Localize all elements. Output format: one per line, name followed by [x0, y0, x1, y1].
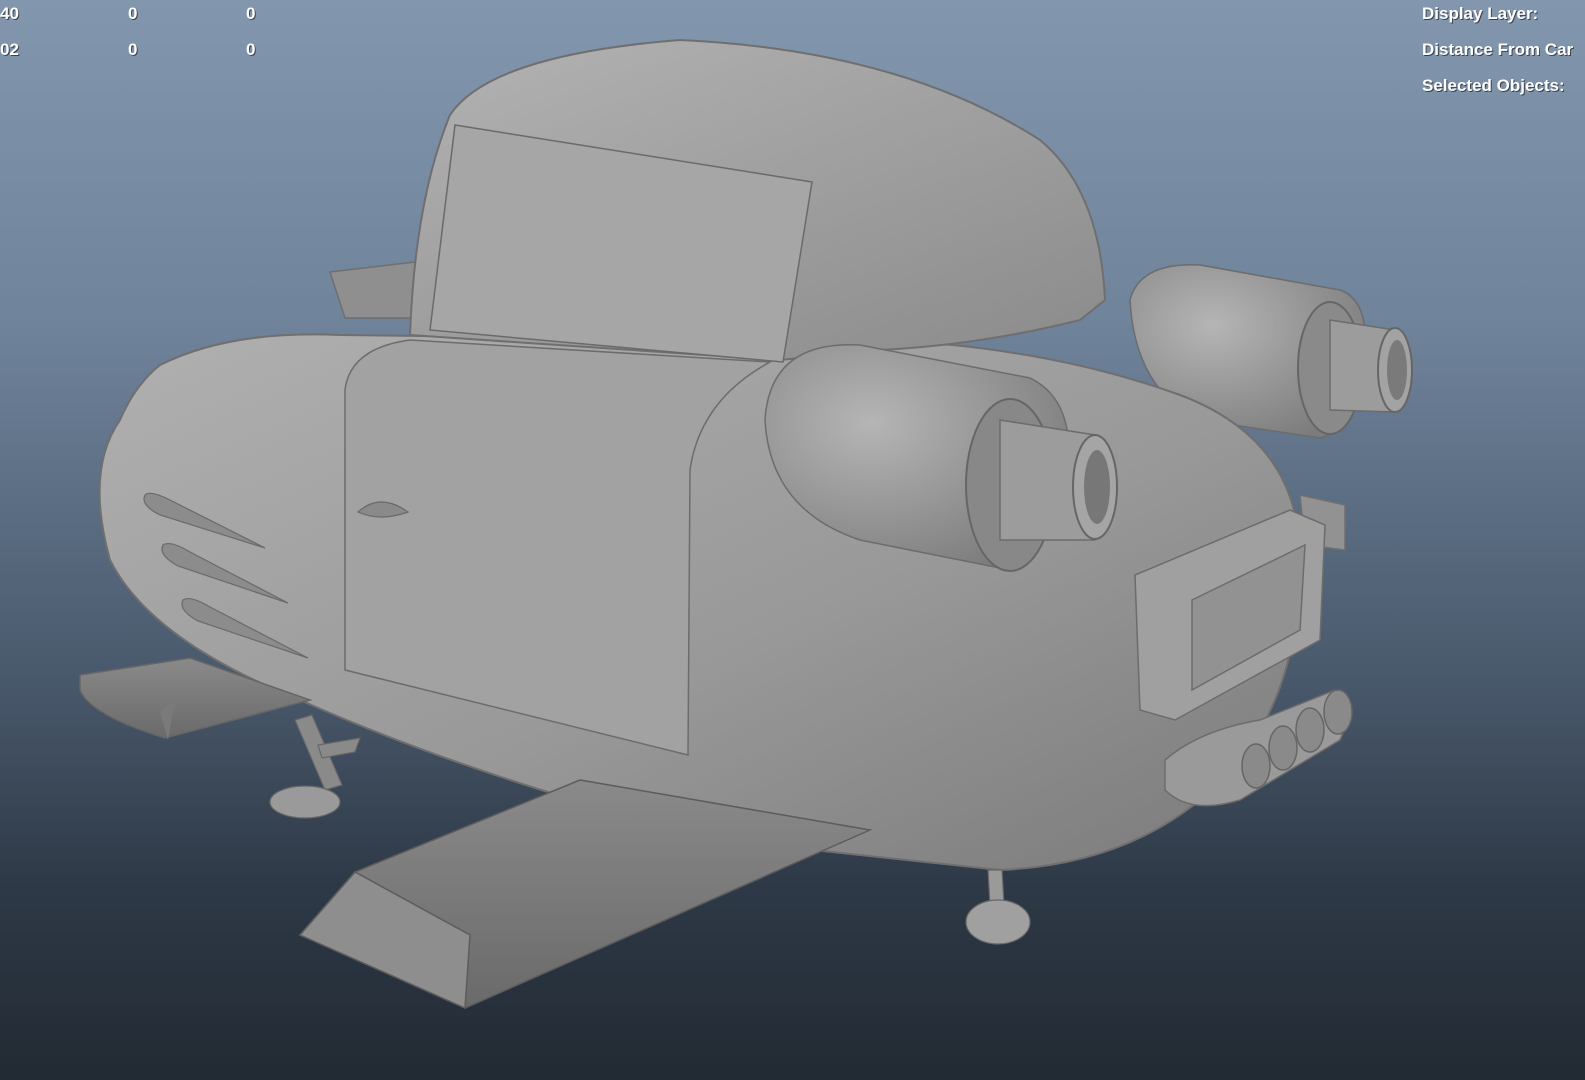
hud-value: 40: [0, 4, 19, 23]
hud-value: 0: [246, 40, 256, 59]
hud-row: 40 0 0: [0, 4, 300, 40]
landing-leg-front: [965, 869, 1031, 945]
landing-leg-rear: [269, 714, 361, 819]
hud-value: 0: [128, 40, 138, 59]
hud-selected-objects: Selected Objects:: [1422, 76, 1565, 95]
hud-readout-left: 40 0 0 02 0 0: [0, 4, 300, 76]
hud-row: 02 0 0: [0, 40, 300, 76]
hud-readout-right: Display Layer: Distance From Car Selecte…: [1422, 4, 1573, 112]
hud-distance-from-camera: Distance From Car: [1422, 40, 1574, 59]
viewport-3d[interactable]: [0, 0, 1585, 1080]
hud-value: 02: [0, 40, 19, 59]
hud-display-layer: Display Layer:: [1422, 4, 1539, 23]
hud-value: 0: [128, 4, 138, 23]
rear-fin: [329, 261, 419, 319]
cabin-dome: [408, 38, 1107, 363]
hud-value: 0: [246, 4, 256, 23]
